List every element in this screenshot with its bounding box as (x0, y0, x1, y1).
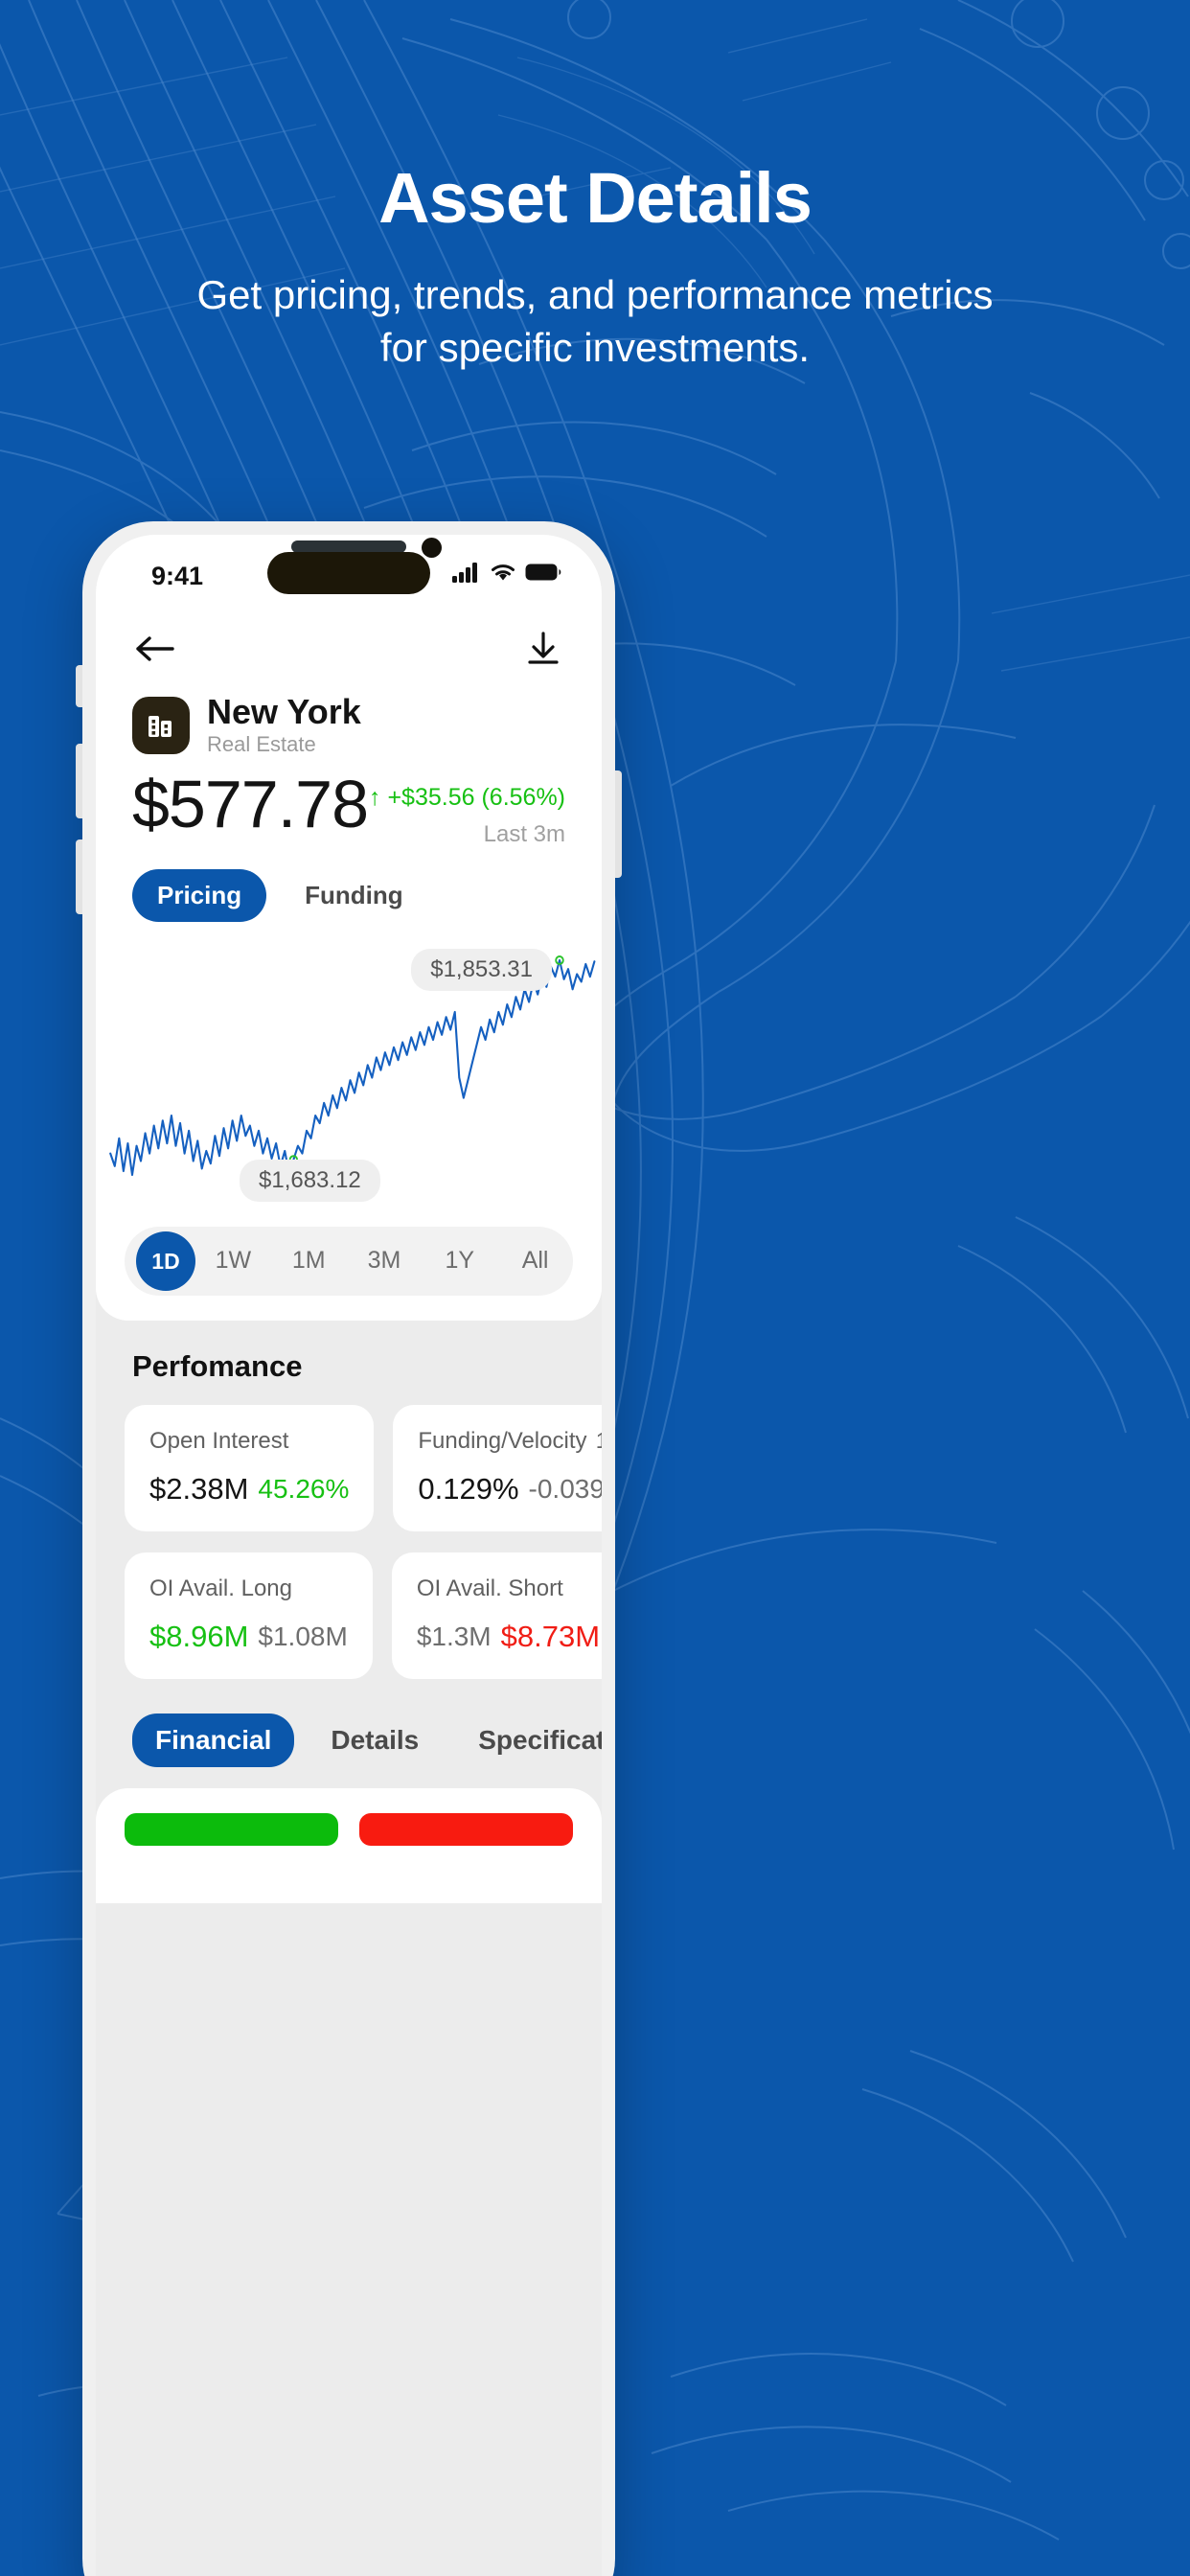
download-button[interactable] (521, 627, 565, 671)
metric-secondary: $8.73M (500, 1619, 601, 1653)
metric-secondary: 45.26% (258, 1473, 350, 1504)
card-values: $2.38M 45.26% (149, 1472, 349, 1506)
metric-card-open-interest[interactable]: Open Interest $2.38M 45.26% (125, 1404, 375, 1531)
dropdown-value: 1d (596, 1428, 602, 1454)
metric-label: Open Interest (149, 1427, 289, 1454)
asset-category: Real Estate (207, 731, 316, 756)
arrow-left-icon (136, 636, 174, 661)
segment-funding[interactable]: Funding (280, 869, 428, 922)
price-change-period: Last 3m (483, 820, 565, 847)
buy-action-pill[interactable] (125, 1812, 338, 1846)
metric-primary: $8.96M (149, 1619, 249, 1653)
card-header: OI Avail. Long (149, 1576, 348, 1602)
metric-label: Funding/Velocity (418, 1427, 587, 1454)
range-all[interactable]: All (497, 1247, 573, 1275)
card-header: Open Interest (149, 1428, 349, 1455)
metric-primary: $2.38M (149, 1471, 249, 1506)
pricing-funding-segments: Pricing Funding (96, 848, 602, 922)
metric-card-oi-avail-short[interactable]: OI Avail. Short $1.3M $8.73M (391, 1552, 602, 1679)
asset-logo (132, 696, 190, 754)
status-bar-indicators (452, 562, 561, 583)
price-change-block: ↑ +$35.56 (6.56%) Last 3m (369, 767, 565, 848)
range-1m[interactable]: 1M (271, 1247, 347, 1275)
asset-titles: New York Real Estate (207, 694, 361, 757)
card-values: 0.129% -0.0394% (418, 1472, 602, 1506)
metric-label: OI Avail. Long (149, 1575, 292, 1601)
metric-primary: 0.129% (418, 1471, 519, 1506)
phone-screen: 9:41 New York Real Estate $577.78 ↑ +$35… (96, 535, 602, 2576)
status-bar-time: 9:41 (151, 562, 204, 590)
range-1w[interactable]: 1W (195, 1247, 271, 1275)
timeframe-selector: 1D 1W 1M 3M 1Y All (125, 1226, 573, 1296)
price-change: ↑ +$35.56 (6.56%) (369, 784, 565, 812)
range-3m[interactable]: 3M (347, 1247, 423, 1275)
detail-tabs: Financial Details Specifications (96, 1679, 602, 1767)
asset-name: New York (207, 692, 361, 731)
metric-secondary: -0.0394% (528, 1473, 602, 1504)
range-1y[interactable]: 1Y (422, 1247, 497, 1275)
metric-primary: $1.3M (416, 1621, 492, 1651)
front-camera-dot (422, 538, 442, 558)
tab-financial[interactable]: Financial (132, 1713, 295, 1767)
download-icon (528, 632, 559, 664)
range-1d[interactable]: 1D (136, 1230, 195, 1291)
status-bar: 9:41 (96, 535, 602, 604)
buildings-icon (149, 715, 172, 737)
tab-details[interactable]: Details (308, 1714, 442, 1767)
metric-label: OI Avail. Short (416, 1575, 563, 1601)
price-row: $577.78 ↑ +$35.56 (6.56%) Last 3m (96, 757, 602, 848)
metric-secondary: $1.08M (258, 1621, 348, 1651)
funding-period-dropdown[interactable]: 1d (596, 1428, 602, 1454)
card-values: $8.96M $1.08M (149, 1620, 348, 1654)
price-chart[interactable]: $1,853.31 $1,683.12 (96, 939, 602, 1208)
performance-row-2: OI Avail. Long $8.96M $1.08M OI Avail. S… (96, 1531, 602, 1679)
metric-card-oi-avail-long[interactable]: OI Avail. Long $8.96M $1.08M (125, 1552, 373, 1679)
metric-card-funding-velocity[interactable]: Funding/Velocity 1d 0.129% -0.0394% (393, 1404, 602, 1531)
performance-row-1: Open Interest $2.38M 45.26% Funding/Velo… (96, 1384, 602, 1531)
volume-up-button[interactable] (76, 744, 82, 818)
card-header: Funding/Velocity 1d (418, 1428, 602, 1455)
signal-bars-icon (452, 563, 477, 583)
card-header: OI Avail. Short (417, 1576, 600, 1602)
action-pill-row (125, 1812, 573, 1846)
volume-down-button[interactable] (76, 840, 82, 914)
asset-header: New York Real Estate (96, 678, 602, 757)
asset-price: $577.78 (132, 766, 369, 841)
card-values: $1.3M $8.73M (417, 1620, 600, 1654)
page-subtitle: Get pricing, trends, and performance met… (196, 271, 994, 371)
app-navbar (96, 604, 602, 678)
trend-up-arrow-icon: ↑ (369, 783, 381, 811)
hero-section: Asset Details Get pricing, trends, and p… (0, 0, 1190, 375)
mute-switch[interactable] (76, 665, 82, 707)
segment-pricing[interactable]: Pricing (132, 868, 267, 922)
tab-specifications[interactable]: Specifications (455, 1714, 602, 1767)
power-button[interactable] (615, 770, 622, 878)
sell-action-pill[interactable] (359, 1812, 573, 1846)
price-change-value: +$35.56 (6.56%) (387, 783, 565, 811)
battery-icon (525, 564, 561, 581)
asset-summary-card: New York Real Estate $577.78 ↑ +$35.56 (… (96, 604, 602, 1321)
notch (267, 552, 430, 594)
chart-high-label: $1,853.31 (411, 948, 552, 991)
financial-panel (96, 1787, 602, 1903)
back-button[interactable] (132, 627, 176, 671)
wifi-icon (492, 564, 515, 581)
phone-mockup: 9:41 New York Real Estate $577.78 ↑ +$35… (76, 521, 622, 2576)
chart-low-label: $1,683.12 (240, 1159, 380, 1202)
performance-title: Perfomance (132, 1348, 303, 1383)
page-title: Asset Details (378, 158, 812, 238)
